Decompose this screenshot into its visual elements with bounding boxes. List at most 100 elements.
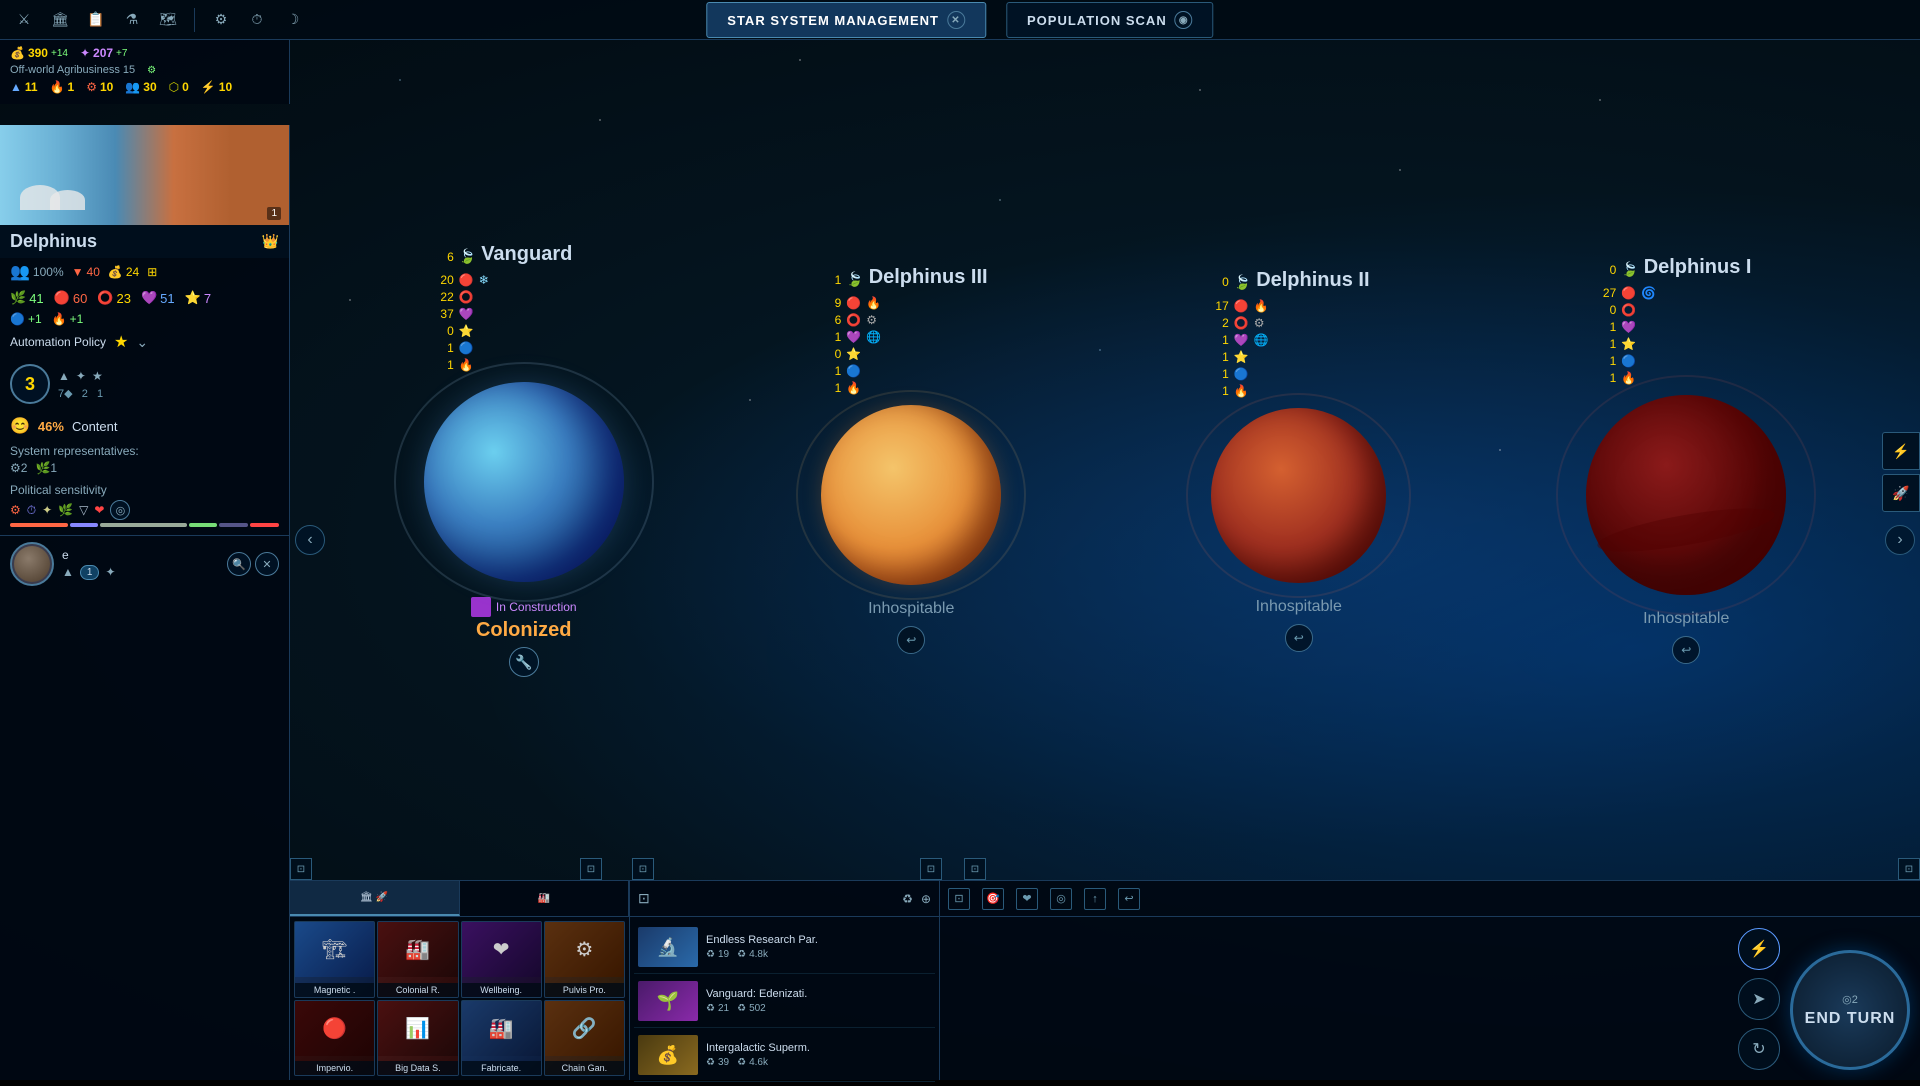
res1-icon: ▲ bbox=[10, 80, 22, 94]
d3-back-btn[interactable]: ↩ bbox=[897, 626, 925, 654]
delphinus2-name: Delphinus II bbox=[1256, 269, 1369, 292]
expand-bottom-right[interactable]: ⊡ bbox=[1898, 858, 1920, 880]
dh-icon-3[interactable]: ❤ bbox=[1016, 888, 1038, 910]
queue-item-4[interactable]: ⚙ Pulvis Pro. bbox=[544, 921, 625, 998]
center-top-tabs: STAR SYSTEM MANAGEMENT ✕ POPULATION SCAN… bbox=[706, 0, 1213, 40]
d1-s2-icon: ⭕ bbox=[1621, 303, 1636, 317]
close-star-system-tab[interactable]: ✕ bbox=[947, 11, 965, 29]
green-stat: 🌿 41 bbox=[10, 290, 44, 306]
nav-arrow-left[interactable]: ‹ bbox=[295, 525, 325, 555]
event-item-2[interactable]: 🌱 Vanguard: Edenizati. ♻ 21 ♻ 502 bbox=[634, 975, 935, 1028]
nav-icon-sword[interactable]: ⚔ bbox=[10, 6, 38, 34]
bottom-panel: 🏛 🚀 🏭 🏗 Magnetic . 🏭 Colonial R. ❤ Wellb… bbox=[290, 880, 1920, 1080]
nav-icon-building[interactable]: 🏛 bbox=[46, 6, 74, 34]
agent-close-btn[interactable]: ✕ bbox=[255, 552, 279, 576]
delphinus1-sphere[interactable] bbox=[1586, 395, 1786, 595]
blue-stat: 💜 51 bbox=[141, 290, 175, 306]
re-btn-1[interactable]: ⚡ bbox=[1882, 432, 1920, 470]
dh-icon-5[interactable]: ↑ bbox=[1084, 888, 1106, 910]
e1-icon2: ♻ bbox=[737, 949, 746, 960]
expand-bottom-left[interactable]: ⊡ bbox=[290, 858, 312, 880]
events-filter-icon[interactable]: ♻ bbox=[902, 892, 913, 906]
nav-icon-scroll[interactable]: 📋 bbox=[82, 6, 110, 34]
sub1-icon: 🔵 bbox=[10, 312, 25, 326]
agent-search-btn[interactable]: 🔍 bbox=[227, 552, 251, 576]
expand-bottom-mid2[interactable]: ⊡ bbox=[964, 858, 986, 880]
delphinus2-sphere[interactable] bbox=[1211, 408, 1386, 583]
event-item-3[interactable]: 💰 Intergalactic Superm. ♻ 39 ♻ 4.6k bbox=[634, 1029, 935, 1082]
nav-icon-settings[interactable]: ⚙ bbox=[207, 6, 235, 34]
dh-icon-2[interactable]: 🎯 bbox=[982, 888, 1004, 910]
credits-plus: +14 bbox=[51, 48, 68, 59]
vanguard-sphere[interactable] bbox=[424, 382, 624, 582]
planet-col-delphinus2: 0 🍃 Delphinus II 17 🔴 🔥 2 ⭕ ⚙ 1 💜 🌐 1 bbox=[1105, 269, 1493, 652]
delphinus2-status: Inhospitable ↩ bbox=[1256, 598, 1342, 652]
wrench-button[interactable]: 🔧 bbox=[509, 647, 539, 677]
delphinus2-leaf-icon: 🍃 bbox=[1234, 274, 1251, 291]
vanguard-s5-num: 1 bbox=[434, 341, 454, 355]
dh-icon-4[interactable]: ◎ bbox=[1050, 888, 1072, 910]
tab-star-system-management[interactable]: STAR SYSTEM MANAGEMENT ✕ bbox=[706, 2, 986, 38]
pol-label: Political sensitivity bbox=[10, 483, 107, 497]
queue-tab-buildings[interactable]: 🏛 🚀 bbox=[290, 881, 460, 916]
queue-up-icon: ▲ bbox=[58, 369, 70, 383]
delphinus3-planet[interactable] bbox=[821, 405, 1001, 585]
gold-icon: ⭕ bbox=[97, 290, 113, 306]
queue-tab-ships[interactable]: 🏭 bbox=[460, 881, 630, 916]
sys-rep-label: System representatives: bbox=[10, 444, 139, 458]
queue-item-6[interactable]: 📊 Big Data S. bbox=[377, 1000, 458, 1077]
pol-icon-5: ▽ bbox=[79, 503, 88, 517]
nav-icon-timer[interactable]: ⏱ bbox=[243, 6, 271, 34]
dh-icon-6[interactable]: ↩ bbox=[1118, 888, 1140, 910]
events-expand-icon[interactable]: ⊡ bbox=[638, 890, 650, 907]
end-turn-button[interactable]: ◎2 END TURN bbox=[1790, 950, 1910, 1070]
tab-population-scan[interactable]: POPULATION SCAN ◉ bbox=[1006, 2, 1214, 38]
influence-plus: +7 bbox=[116, 48, 127, 59]
growth-val: 40 bbox=[87, 265, 100, 279]
delphinus1-planet[interactable] bbox=[1586, 395, 1786, 595]
nav-icon-science[interactable]: ⚗ bbox=[118, 6, 146, 34]
res-item-2: 🔥 1 bbox=[50, 80, 75, 94]
qi1-label: Magnetic . bbox=[295, 983, 374, 997]
nav-icon-moon[interactable]: ☽ bbox=[279, 6, 307, 34]
pol-settings-btn[interactable]: ◎ bbox=[110, 500, 130, 520]
green-icon: 🌿 bbox=[10, 290, 26, 306]
res-item-6: ⚡ 10 bbox=[201, 80, 232, 94]
nav-icon-map[interactable]: 🗺 bbox=[154, 6, 182, 34]
expand-bottom-mid[interactable]: ⊡ bbox=[632, 858, 654, 880]
queue-item-1[interactable]: 🏗 Magnetic . bbox=[294, 921, 375, 998]
coin-icon: 💰 bbox=[108, 265, 123, 279]
population-icon: 👥 bbox=[10, 262, 30, 282]
side-btn-lightning[interactable]: ⚡ bbox=[1738, 928, 1780, 970]
bottom-left-expand[interactable]: ⊡ bbox=[580, 858, 602, 880]
d2-s6: 1 🔥 bbox=[1209, 384, 1389, 398]
delphinus3-sphere[interactable] bbox=[821, 405, 1001, 585]
automation-dropdown-icon[interactable]: ⌄ bbox=[136, 334, 148, 351]
district-icon: ⊞ bbox=[147, 265, 157, 279]
delphinus2-planet[interactable] bbox=[1211, 408, 1386, 583]
d1-back-btn[interactable]: ↩ bbox=[1672, 636, 1700, 664]
happiness-label: Content bbox=[72, 419, 118, 434]
re-btn-2[interactable]: 🚀 bbox=[1882, 474, 1920, 512]
system-representatives: System representatives: ⚙2 🌿1 bbox=[0, 440, 289, 479]
e1-num: 19 bbox=[718, 949, 729, 960]
queue-item-5[interactable]: 🔴 Impervio. bbox=[294, 1000, 375, 1077]
queue-item-2[interactable]: 🏭 Colonial R. bbox=[377, 921, 458, 998]
dh-icon-1[interactable]: ⊡ bbox=[948, 888, 970, 910]
qi2-image: 🏭 bbox=[378, 922, 457, 977]
bottom-mid-expand[interactable]: ⊡ bbox=[920, 858, 942, 880]
event-item-1[interactable]: 🔬 Endless Research Par. ♻ 19 ♻ 4.8k bbox=[634, 921, 935, 974]
nav-arrow-right[interactable]: › bbox=[1885, 525, 1915, 555]
queue-item-7[interactable]: 🏭 Fabricate. bbox=[461, 1000, 542, 1077]
vanguard-planet[interactable] bbox=[424, 382, 624, 582]
delphinus3-stats-top: 1 🍃 Delphinus III 9 🔴 🔥 6 ⭕ ⚙ 1 💜 🌐 0 bbox=[821, 266, 1001, 395]
side-btn-arrow-right[interactable]: ➤ bbox=[1738, 978, 1780, 1020]
queue-item-8[interactable]: 🔗 Chain Gan. bbox=[544, 1000, 625, 1077]
sub1-val: +1 bbox=[28, 312, 42, 326]
queue-item-3[interactable]: ❤ Wellbeing. bbox=[461, 921, 542, 998]
res-item-3: ⚙ 10 bbox=[86, 80, 113, 94]
qi6-image: 📊 bbox=[378, 1001, 457, 1056]
events-sort-icon[interactable]: ⊕ bbox=[921, 892, 931, 906]
side-btn-refresh[interactable]: ↻ bbox=[1738, 1028, 1780, 1070]
d2-back-btn[interactable]: ↩ bbox=[1285, 624, 1313, 652]
